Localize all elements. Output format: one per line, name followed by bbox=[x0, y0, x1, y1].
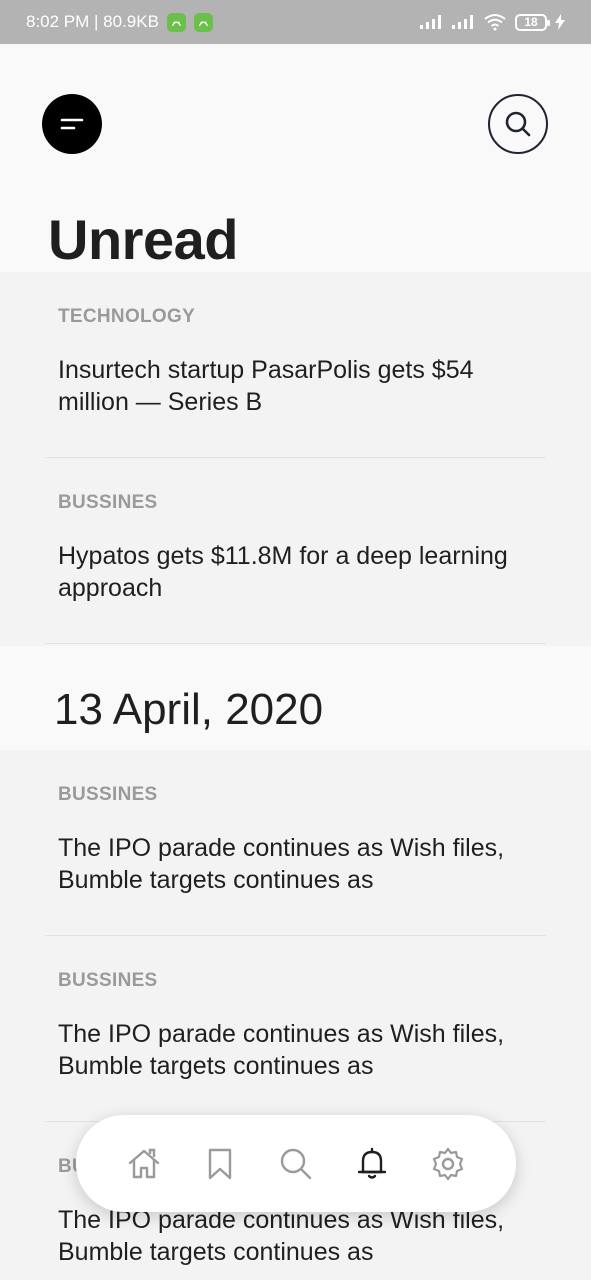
list-item[interactable]: BUSSINES The IPO parade continues as Wis… bbox=[45, 936, 546, 1122]
nav-home[interactable] bbox=[124, 1144, 164, 1184]
list-item[interactable]: BUSSINES The IPO parade continues as Wis… bbox=[45, 750, 546, 936]
unread-list: TECHNOLOGY Insurtech startup PasarPolis … bbox=[0, 272, 591, 646]
android-icon bbox=[193, 12, 213, 32]
battery-icon: 18 bbox=[515, 13, 550, 31]
article-title[interactable]: The IPO parade continues as Wish files, … bbox=[58, 1018, 538, 1082]
article-title[interactable]: The IPO parade continues as Wish files, … bbox=[58, 832, 538, 896]
article-category: BUSSINES bbox=[58, 492, 158, 513]
nav-search[interactable] bbox=[276, 1144, 316, 1184]
article-category: BUSSINES bbox=[58, 970, 158, 991]
nav-bookmarks[interactable] bbox=[200, 1144, 240, 1184]
page-title: Unread bbox=[48, 208, 238, 271]
header: Unread bbox=[0, 44, 591, 272]
nav-settings[interactable] bbox=[428, 1144, 468, 1184]
menu-icon bbox=[60, 118, 84, 130]
signal-icon bbox=[452, 15, 473, 29]
status-time: 8:02 PM | 80.9KB bbox=[26, 12, 159, 31]
battery-level: 18 bbox=[524, 15, 538, 29]
date-heading: 13 April, 2020 bbox=[54, 685, 324, 734]
status-left: 8:02 PM | 80.9KB bbox=[26, 12, 213, 32]
home-icon bbox=[128, 1148, 160, 1178]
nav-notifications[interactable] bbox=[352, 1144, 392, 1184]
bell-icon bbox=[357, 1147, 387, 1179]
menu-button[interactable] bbox=[42, 94, 102, 154]
bookmark-icon bbox=[208, 1148, 232, 1179]
list-item[interactable]: BUSSINES Hypatos gets $11.8M for a deep … bbox=[45, 458, 546, 644]
status-right: 18 bbox=[419, 13, 565, 31]
search-button[interactable] bbox=[488, 94, 548, 154]
wifi-icon bbox=[484, 14, 506, 31]
bottom-nav bbox=[76, 1115, 516, 1212]
article-category: BUSSINES bbox=[58, 784, 158, 805]
article-category: TECHNOLOGY bbox=[58, 306, 196, 327]
date-section: 13 April, 2020 bbox=[0, 646, 591, 750]
article-title[interactable]: Hypatos gets $11.8M for a deep learning … bbox=[58, 540, 538, 604]
signal-icon bbox=[420, 15, 441, 29]
list-item[interactable]: TECHNOLOGY Insurtech startup PasarPolis … bbox=[45, 272, 546, 458]
search-icon bbox=[505, 111, 531, 137]
android-icon bbox=[166, 12, 186, 32]
status-bar: 8:02 PM | 80.9KB 18 bbox=[0, 0, 591, 44]
article-title[interactable]: Insurtech startup PasarPolis gets $54 mi… bbox=[58, 354, 538, 418]
gear-icon bbox=[432, 1147, 464, 1180]
charging-icon bbox=[555, 14, 565, 30]
article-title[interactable]: The IPO parade continues as Wish files, … bbox=[58, 1204, 538, 1268]
search-icon bbox=[280, 1148, 312, 1179]
